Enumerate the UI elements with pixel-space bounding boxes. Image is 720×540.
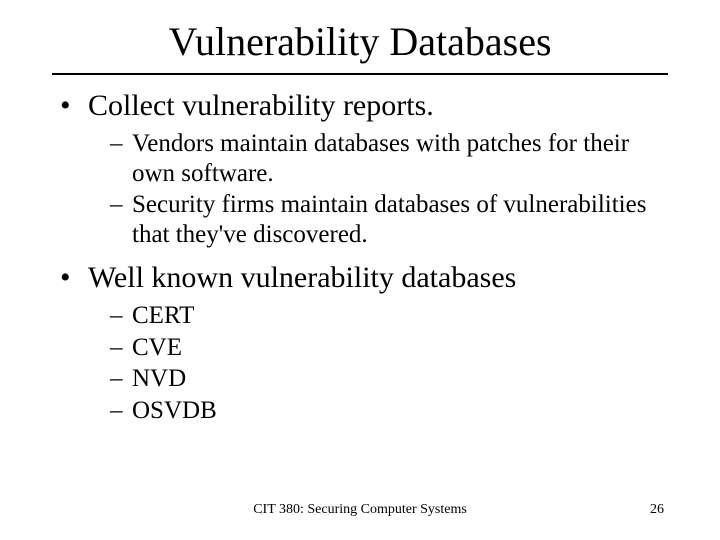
bullet-level1: • Collect vulnerability reports. bbox=[60, 89, 668, 123]
bullet-level2: – CVE bbox=[110, 333, 668, 363]
bullet-text: Well known vulnerability databases bbox=[88, 261, 516, 295]
sub-bullet-text: OSVDB bbox=[132, 396, 668, 426]
bullet-marker: • bbox=[60, 89, 88, 123]
footer-course: CIT 380: Securing Computer Systems bbox=[0, 502, 720, 518]
dash-marker: – bbox=[110, 333, 132, 363]
sub-bullet-text: CERT bbox=[132, 301, 668, 331]
bullet-level2: – Vendors maintain databases with patche… bbox=[110, 129, 668, 188]
slide-container: Vulnerability Databases • Collect vulner… bbox=[0, 0, 720, 540]
sub-bullet-text: NVD bbox=[132, 364, 668, 394]
bullet-level2: – OSVDB bbox=[110, 396, 668, 426]
dash-marker: – bbox=[110, 190, 132, 249]
sub-bullet-text: Vendors maintain databases with patches … bbox=[132, 129, 668, 188]
title-divider bbox=[52, 73, 668, 75]
bullet-level2: – CERT bbox=[110, 301, 668, 331]
sub-bullet-text: Security firms maintain databases of vul… bbox=[132, 190, 668, 249]
content-area: • Collect vulnerability reports. – Vendo… bbox=[52, 89, 668, 425]
bullet-level2: – Security firms maintain databases of v… bbox=[110, 190, 668, 249]
page-number: 26 bbox=[650, 502, 664, 518]
slide-title: Vulnerability Databases bbox=[52, 18, 668, 65]
sub-bullet-text: CVE bbox=[132, 333, 668, 363]
sub-list: – Vendors maintain databases with patche… bbox=[110, 129, 668, 249]
footer: CIT 380: Securing Computer Systems 26 bbox=[0, 502, 720, 518]
bullet-level1: • Well known vulnerability databases bbox=[60, 261, 668, 295]
bullet-marker: • bbox=[60, 261, 88, 295]
sub-list: – CERT – CVE – NVD – OSVDB bbox=[110, 301, 668, 425]
dash-marker: – bbox=[110, 301, 132, 331]
dash-marker: – bbox=[110, 396, 132, 426]
bullet-text: Collect vulnerability reports. bbox=[88, 89, 434, 123]
bullet-level2: – NVD bbox=[110, 364, 668, 394]
dash-marker: – bbox=[110, 129, 132, 188]
dash-marker: – bbox=[110, 364, 132, 394]
